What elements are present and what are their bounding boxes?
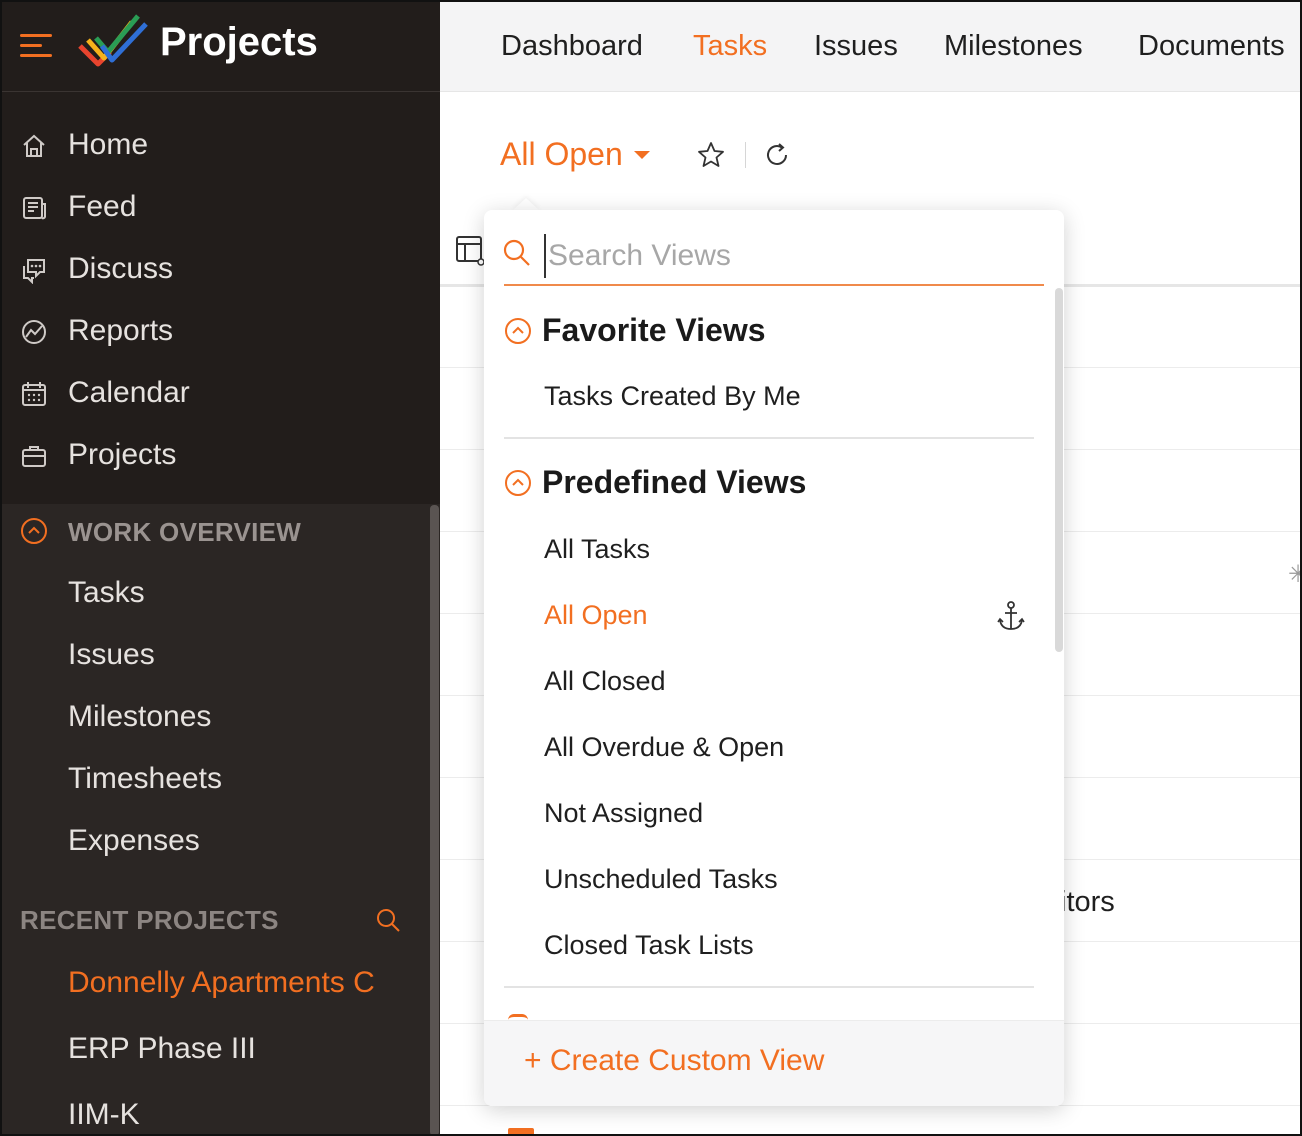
search-underline bbox=[504, 284, 1044, 286]
sidebar-item-label: Discuss bbox=[68, 252, 174, 285]
sidebar-item-projects[interactable]: Projects bbox=[0, 430, 440, 480]
tab-tasks[interactable]: Tasks bbox=[693, 30, 767, 63]
recent-project-item[interactable]: ERP Phase III bbox=[68, 1032, 256, 1066]
predefined-views-title[interactable]: Predefined Views bbox=[542, 464, 806, 501]
app-logo bbox=[78, 14, 148, 67]
reports-icon bbox=[22, 320, 46, 344]
home-icon bbox=[23, 134, 45, 157]
view-item-active[interactable]: All Open bbox=[544, 600, 648, 631]
tab-milestones[interactable]: Milestones bbox=[944, 30, 1083, 63]
sidebar-item-reports[interactable]: Reports bbox=[0, 306, 440, 356]
view-selector[interactable]: All Open bbox=[500, 136, 623, 173]
anchor-icon[interactable] bbox=[996, 600, 1026, 632]
discuss-icon bbox=[23, 259, 45, 284]
divider bbox=[504, 437, 1034, 439]
tab-documents[interactable]: Documents bbox=[1138, 30, 1285, 63]
brand-bar: Projects bbox=[0, 0, 440, 92]
collapse-icon[interactable] bbox=[504, 469, 532, 497]
sidebar-item-label: Calendar bbox=[68, 376, 190, 409]
sidebar-item-home[interactable]: Home bbox=[0, 120, 440, 170]
sidebar-item-calendar[interactable]: Calendar bbox=[0, 368, 440, 418]
feed-icon bbox=[23, 197, 46, 220]
sidebar-item-feed[interactable]: Feed bbox=[0, 182, 440, 232]
dropdown-scrollbar[interactable] bbox=[1055, 288, 1063, 652]
work-overview-title: WORK OVERVIEW bbox=[68, 517, 302, 547]
divider bbox=[504, 986, 1034, 988]
tab-dashboard[interactable]: Dashboard bbox=[501, 30, 643, 63]
collapse-icon bbox=[21, 518, 47, 544]
sidebar-item-timesheets[interactable]: Timesheets bbox=[68, 762, 222, 796]
sidebar-item-tasks[interactable]: Tasks bbox=[68, 576, 145, 610]
view-item[interactable]: Not Assigned bbox=[544, 798, 703, 829]
task-row-text: itors bbox=[1060, 886, 1115, 918]
view-item[interactable]: Unscheduled Tasks bbox=[544, 864, 778, 895]
view-item[interactable]: Closed Task Lists bbox=[544, 930, 754, 961]
view-item[interactable]: All Closed bbox=[544, 666, 666, 697]
chevron-down-icon[interactable] bbox=[634, 151, 650, 159]
collapse-icon[interactable] bbox=[504, 317, 532, 345]
briefcase-icon bbox=[22, 446, 46, 467]
status-marker bbox=[508, 1128, 534, 1136]
calendar-icon bbox=[22, 382, 46, 406]
sidebar-item-issues[interactable]: Issues bbox=[68, 638, 155, 672]
sidebar-item-label: Projects bbox=[68, 438, 177, 471]
search-icon bbox=[503, 239, 530, 266]
tab-issues[interactable]: Issues bbox=[814, 30, 898, 63]
recent-project-item[interactable]: Donnelly Apartments C bbox=[68, 966, 375, 1000]
sidebar: Projects Home Feed Discuss Reports Calen… bbox=[0, 0, 440, 1136]
layout-settings-icon[interactable] bbox=[455, 235, 487, 267]
recent-projects-title: RECENT PROJECTS bbox=[20, 905, 279, 935]
view-item[interactable]: Tasks Created By Me bbox=[544, 381, 801, 412]
favorite-views-title[interactable]: Favorite Views bbox=[542, 312, 766, 349]
view-item[interactable]: All Tasks bbox=[544, 534, 650, 565]
search-views-input[interactable] bbox=[544, 234, 1032, 278]
refresh-icon[interactable] bbox=[762, 140, 792, 170]
sidebar-item-label: Home bbox=[68, 128, 149, 161]
app-title: Projects bbox=[160, 20, 318, 64]
view-item[interactable]: All Overdue & Open bbox=[544, 732, 784, 763]
sidebar-scrollbar[interactable] bbox=[430, 505, 439, 1136]
top-nav: Dashboard Tasks Issues Milestones Docume… bbox=[440, 0, 1302, 92]
sidebar-item-milestones[interactable]: Milestones bbox=[68, 700, 211, 734]
create-custom-view-button[interactable]: + Create Custom View bbox=[524, 1044, 824, 1078]
sidebar-item-expenses[interactable]: Expenses bbox=[68, 824, 200, 858]
hamburger-icon[interactable] bbox=[20, 34, 52, 58]
star-icon[interactable] bbox=[696, 140, 726, 170]
sidebar-item-label: Reports bbox=[68, 314, 174, 347]
recent-project-item[interactable]: IIM-K bbox=[68, 1098, 140, 1132]
toolbar-divider bbox=[745, 142, 746, 168]
search-icon[interactable] bbox=[374, 906, 402, 934]
pin-icon: ✳ bbox=[1288, 561, 1302, 588]
sidebar-item-label: Feed bbox=[68, 190, 137, 223]
sidebar-item-discuss[interactable]: Discuss bbox=[0, 244, 440, 294]
